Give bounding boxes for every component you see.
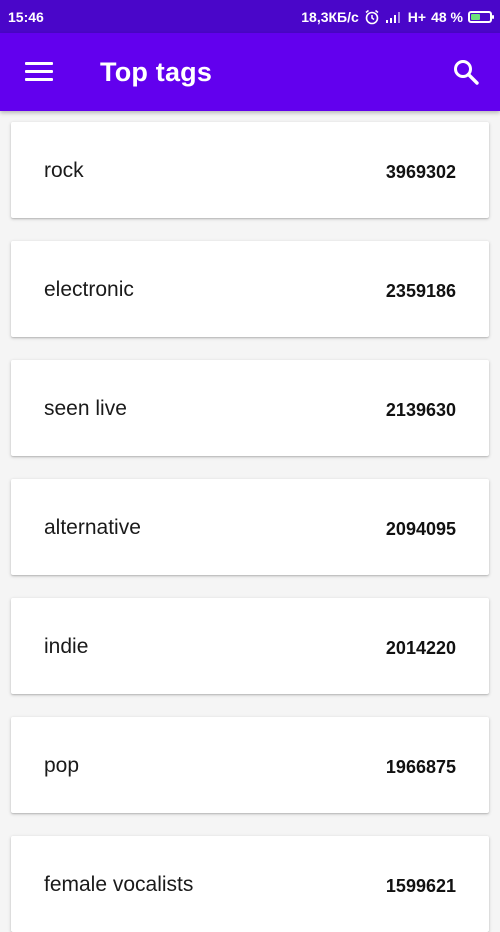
status-bar: 15:46 18,3КБ/с H+ 48 %	[0, 0, 500, 33]
status-time: 15:46	[8, 8, 44, 25]
tag-card[interactable]: female vocalists 1599621	[11, 836, 489, 932]
tag-card[interactable]: indie 2014220	[11, 598, 489, 694]
tag-count: 2139630	[385, 400, 456, 420]
battery-charging-icon	[468, 10, 494, 23]
tag-count: 2014220	[385, 638, 456, 658]
battery-fill	[471, 13, 480, 20]
tag-count: 2094095	[385, 519, 456, 539]
network-speed: 18,3КБ/с	[301, 8, 359, 25]
tag-card[interactable]: rock 3969302	[11, 122, 489, 218]
tag-card[interactable]: pop 1966875	[11, 717, 489, 813]
tag-card[interactable]: seen live 2139630	[11, 360, 489, 456]
tag-count: 3969302	[385, 162, 456, 182]
tag-name: rock	[44, 159, 84, 182]
battery-level: 48 %	[431, 8, 463, 25]
alarm-icon	[364, 9, 380, 25]
app-bar: Top tags	[0, 33, 500, 111]
signal-icon	[385, 10, 403, 24]
network-type: H+	[407, 8, 427, 25]
status-indicators: 18,3КБ/с H+ 48 %	[301, 8, 494, 25]
tag-card[interactable]: electronic 2359186	[11, 241, 489, 337]
tag-card[interactable]: alternative 2094095	[11, 479, 489, 575]
tag-count: 2359186	[385, 281, 456, 301]
tag-count: 1599621	[385, 876, 456, 896]
tag-name: pop	[44, 754, 80, 777]
page-title: Top tags	[100, 57, 213, 87]
tag-count: 1966875	[385, 757, 456, 777]
tag-name: seen live	[44, 397, 127, 420]
tag-name: alternative	[44, 516, 141, 539]
tag-name: electronic	[44, 278, 134, 301]
search-icon[interactable]	[452, 58, 480, 86]
menu-icon[interactable]	[25, 60, 53, 84]
tag-name: female vocalists	[44, 873, 194, 896]
tag-name: indie	[44, 635, 89, 658]
